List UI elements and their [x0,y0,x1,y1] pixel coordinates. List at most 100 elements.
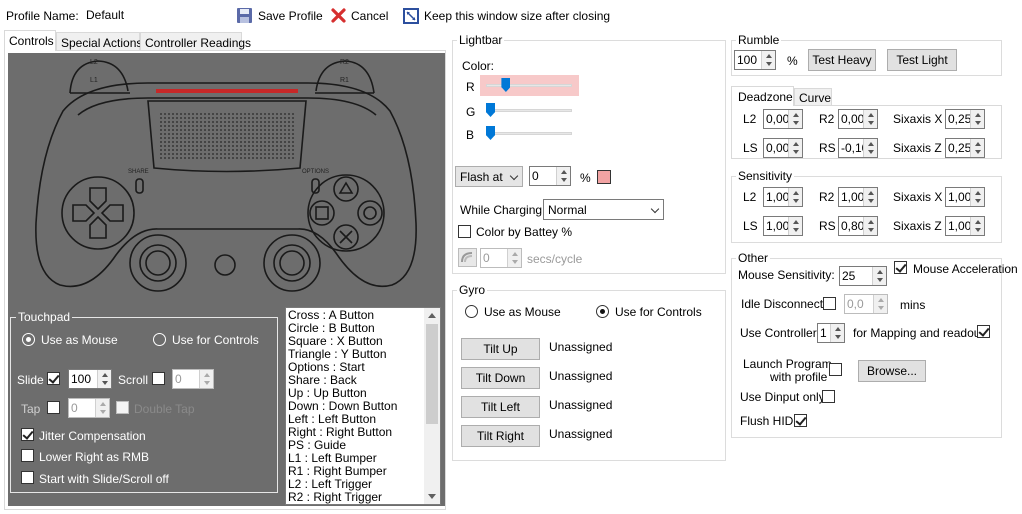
tab-deadzone[interactable]: Deadzone [731,86,794,106]
mapping-list[interactable]: Cross : A Button Circle : B Button Square … [285,307,441,505]
mapping-list-item[interactable]: R2 : Right Trigger [288,491,424,504]
sens-ls-spinner[interactable]: 1,00 [763,216,803,236]
mapping-readout-checkbox[interactable] [977,325,990,338]
rumble-spinner[interactable]: 100 [734,50,776,70]
lower-right-rmb-label: Lower Right as RMB [39,450,150,464]
lower-right-rmb-checkbox[interactable] [21,449,34,462]
window-size-icon [403,8,419,24]
scroll-down-icon[interactable] [428,494,436,499]
touchpad-title: Touchpad [16,310,73,324]
keep-size-label: Keep this window size after closing [424,9,611,23]
test-light-button[interactable]: Test Light [887,49,957,71]
rainbow-button[interactable] [458,248,477,267]
mouse-acceleration-checkbox[interactable] [894,261,907,274]
scroll-checkbox[interactable] [152,372,165,385]
sens-sixaxis-x-spinner[interactable]: 1,00 [945,187,985,207]
scroll-up-icon[interactable] [428,313,436,318]
dz-rs-label: RS [819,141,836,155]
controller-diagram [35,60,417,292]
tab-curve[interactable]: Curve [794,88,832,106]
keep-size-toggle[interactable]: Keep this window size after closing [402,6,622,26]
dz-l2-spinner[interactable]: 0,00 [763,109,803,129]
l1-label: L1 [90,77,98,84]
dz-sixaxis-x-spinner[interactable]: 0,25 [945,109,985,129]
b-label: B [466,128,475,142]
jitter-checkbox[interactable] [21,428,34,441]
idle-disconnect-label: Idle Disconnect [741,297,824,311]
other-title: Other [736,251,771,265]
touchpad-use-for-controls-label: Use for Controls [172,333,259,347]
touchpad-use-as-mouse-radio[interactable] [22,333,35,346]
while-charging-dropdown[interactable]: Normal [543,199,664,220]
r-label: R [466,80,475,94]
dz-sixaxis-z-spinner[interactable]: 0,25 [945,138,985,158]
slide-spinner[interactable]: 100 [68,369,112,389]
idle-disconnect-spinner[interactable]: 0,0 [844,294,888,314]
color-by-battery-checkbox[interactable] [458,225,471,238]
tilt-left-value: Unassigned [549,398,613,412]
profile-name-input[interactable]: Default [82,5,230,26]
sens-rs-spinner[interactable]: 0,80 [838,216,878,236]
touchpad-use-for-controls-radio[interactable] [153,333,166,346]
color-label: Color: [462,59,495,73]
tab-controller-readings[interactable]: Controller Readings [140,32,251,51]
dz-r2-spinner[interactable]: 0,00 [838,109,878,129]
slide-checkbox[interactable] [47,372,60,385]
tap-spinner[interactable]: 0 [68,398,110,418]
tab-controls[interactable]: Controls [4,30,56,51]
use-dinput-checkbox[interactable] [822,390,835,403]
b-slider[interactable] [486,132,572,135]
flash-percent-label: % [580,171,591,185]
save-profile-button[interactable]: Save Profile [236,6,324,26]
tilt-up-button[interactable]: Tilt Up [461,338,540,360]
tilt-right-button[interactable]: Tilt Right [461,425,540,447]
share-label: SHARE [128,169,149,175]
dz-r2-label: R2 [819,112,835,126]
tab-special-actions[interactable]: Special Actions [56,32,142,51]
double-tap-checkbox[interactable] [116,401,129,414]
tilt-down-button[interactable]: Tilt Down [461,367,540,389]
dz-ls-spinner[interactable]: 0,00 [763,138,803,158]
test-heavy-button[interactable]: Test Heavy [808,49,876,71]
browse-button[interactable]: Browse... [858,360,926,382]
flush-hid-checkbox[interactable] [794,414,807,427]
idle-disconnect-checkbox[interactable] [823,297,836,310]
r-slider[interactable] [486,84,572,87]
flash-value-spinner[interactable]: 0 [529,166,571,186]
flash-color-swatch[interactable] [597,170,611,184]
g-slider[interactable] [486,109,572,112]
start-slide-off-checkbox[interactable] [21,471,34,484]
flash-at-dropdown[interactable]: Flash at [455,166,523,187]
launch-program-checkbox[interactable] [829,363,842,376]
rumble-title: Rumble [736,33,782,47]
sens-ls-label: LS [743,219,758,233]
tap-checkbox[interactable] [47,401,60,414]
cancel-button[interactable]: Cancel [330,6,392,26]
tilt-left-button[interactable]: Tilt Left [461,396,540,418]
sens-sixaxis-z-spinner[interactable]: 1,00 [945,216,985,236]
gyro-use-as-mouse-radio[interactable] [465,305,478,318]
dz-sixaxis-x-label: Sixaxis X [893,112,943,126]
start-slide-off-label: Start with Slide/Scroll off [39,472,169,486]
cancel-label: Cancel [351,9,389,23]
r2-label: R2 [340,59,349,66]
controller-panel: L2 L1 R2 R1 SHARE OPTIONS Touchpad Use a… [8,53,445,506]
gyro-use-for-controls-radio[interactable] [596,305,609,318]
options-label: OPTIONS [302,169,330,175]
tilt-right-value: Unassigned [549,427,613,441]
save-profile-label: Save Profile [258,9,323,23]
double-tap-label: Double Tap [134,402,195,416]
sens-l2-spinner[interactable]: 1,00 [763,187,803,207]
mapping-scrollbar[interactable] [424,308,440,504]
mouse-sensitivity-spinner[interactable]: 25 [839,266,887,286]
launch-program-label-1: Launch Program [743,357,832,371]
slide-label: Slide [17,373,44,387]
rainbow-secs-spinner[interactable]: 0 [480,248,522,268]
scroll-spinner[interactable]: 0 [172,369,214,389]
scroll-thumb[interactable] [426,324,438,424]
gyro-title: Gyro [457,283,488,297]
use-controller-spinner[interactable]: 1 [817,323,845,343]
dz-rs-spinner[interactable]: -0,10 [838,138,878,158]
sens-sixaxis-x-label: Sixaxis X [893,190,943,204]
sens-r2-spinner[interactable]: 1,00 [838,187,878,207]
